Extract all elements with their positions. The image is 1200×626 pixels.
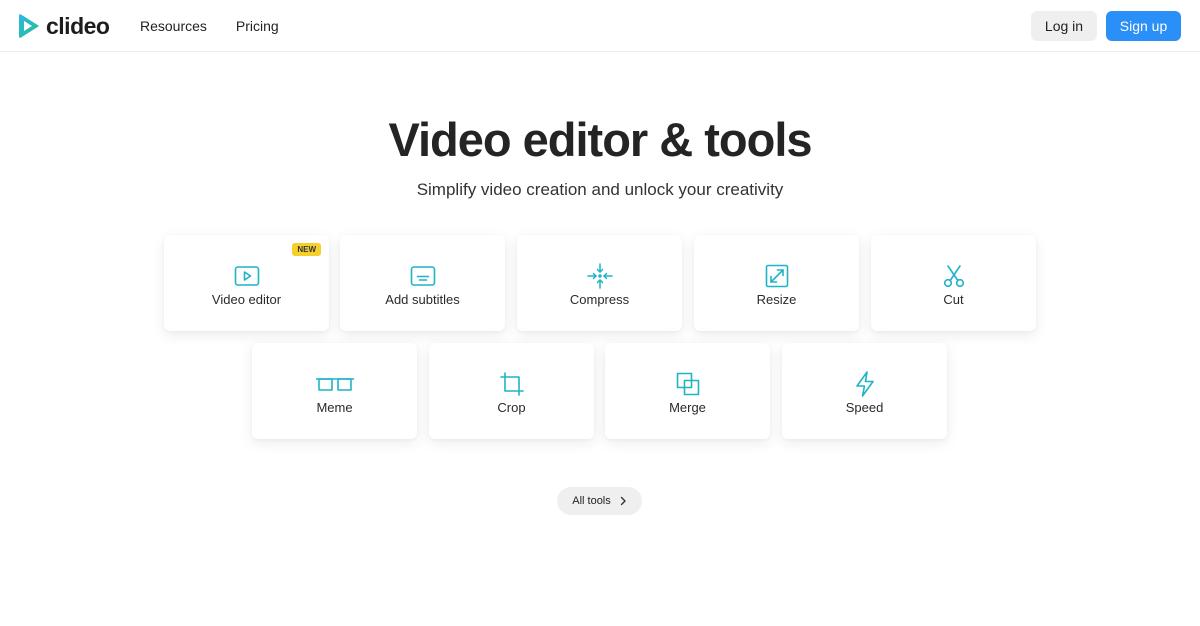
page-title: Video editor & tools <box>388 113 812 166</box>
nav-resources[interactable]: Resources <box>140 18 207 34</box>
all-tools-button[interactable]: All tools <box>557 487 642 515</box>
compress-icon <box>586 263 613 289</box>
tool-card-meme[interactable]: Meme <box>252 343 417 439</box>
tool-label: Resize <box>756 292 797 307</box>
tool-label: Crop <box>497 400 526 415</box>
tool-label: Meme <box>316 400 353 415</box>
play-icon <box>234 266 259 286</box>
tool-label: Cut <box>943 292 964 307</box>
login-button[interactable]: Log in <box>1031 11 1097 41</box>
tool-card-add-subtitles[interactable]: Add subtitles <box>340 235 505 331</box>
tool-card-crop[interactable]: Crop <box>429 343 594 439</box>
brand-name: clideo <box>46 13 110 39</box>
tool-label: Speed <box>845 400 884 415</box>
tool-card-cut[interactable]: Cut <box>871 235 1036 331</box>
scissors-icon <box>943 265 964 288</box>
tool-label: Video editor <box>211 292 282 307</box>
top-header: clideo Resources Pricing Log in Sign up <box>0 0 1200 52</box>
meme-icon <box>315 378 354 391</box>
tool-card-video-editor[interactable]: NEW Video editor <box>164 235 329 331</box>
logo-play-icon <box>19 14 39 38</box>
subtitles-icon <box>410 266 435 286</box>
tool-card-merge[interactable]: Merge <box>605 343 770 439</box>
main-nav: Resources Pricing <box>140 0 279 52</box>
tool-label: Compress <box>569 292 630 307</box>
new-badge: NEW <box>292 243 321 256</box>
auth-buttons: Log in Sign up <box>1031 11 1181 41</box>
lightning-icon <box>855 371 874 397</box>
page-subtitle: Simplify video creation and unlock your … <box>416 180 784 199</box>
tool-label: Add subtitles <box>385 292 460 307</box>
chevron-right-icon <box>620 496 626 506</box>
resize-icon <box>765 264 788 288</box>
signup-button[interactable]: Sign up <box>1106 11 1181 41</box>
nav-pricing[interactable]: Pricing <box>236 18 279 34</box>
crop-icon <box>499 372 524 396</box>
all-tools-label: All tools <box>572 495 611 507</box>
merge-icon <box>676 372 699 396</box>
tool-label: Merge <box>669 400 706 415</box>
tool-card-resize[interactable]: Resize <box>694 235 859 331</box>
brand-logo[interactable]: clideo <box>18 13 110 39</box>
tool-card-speed[interactable]: Speed <box>782 343 947 439</box>
tool-card-compress[interactable]: Compress <box>517 235 682 331</box>
